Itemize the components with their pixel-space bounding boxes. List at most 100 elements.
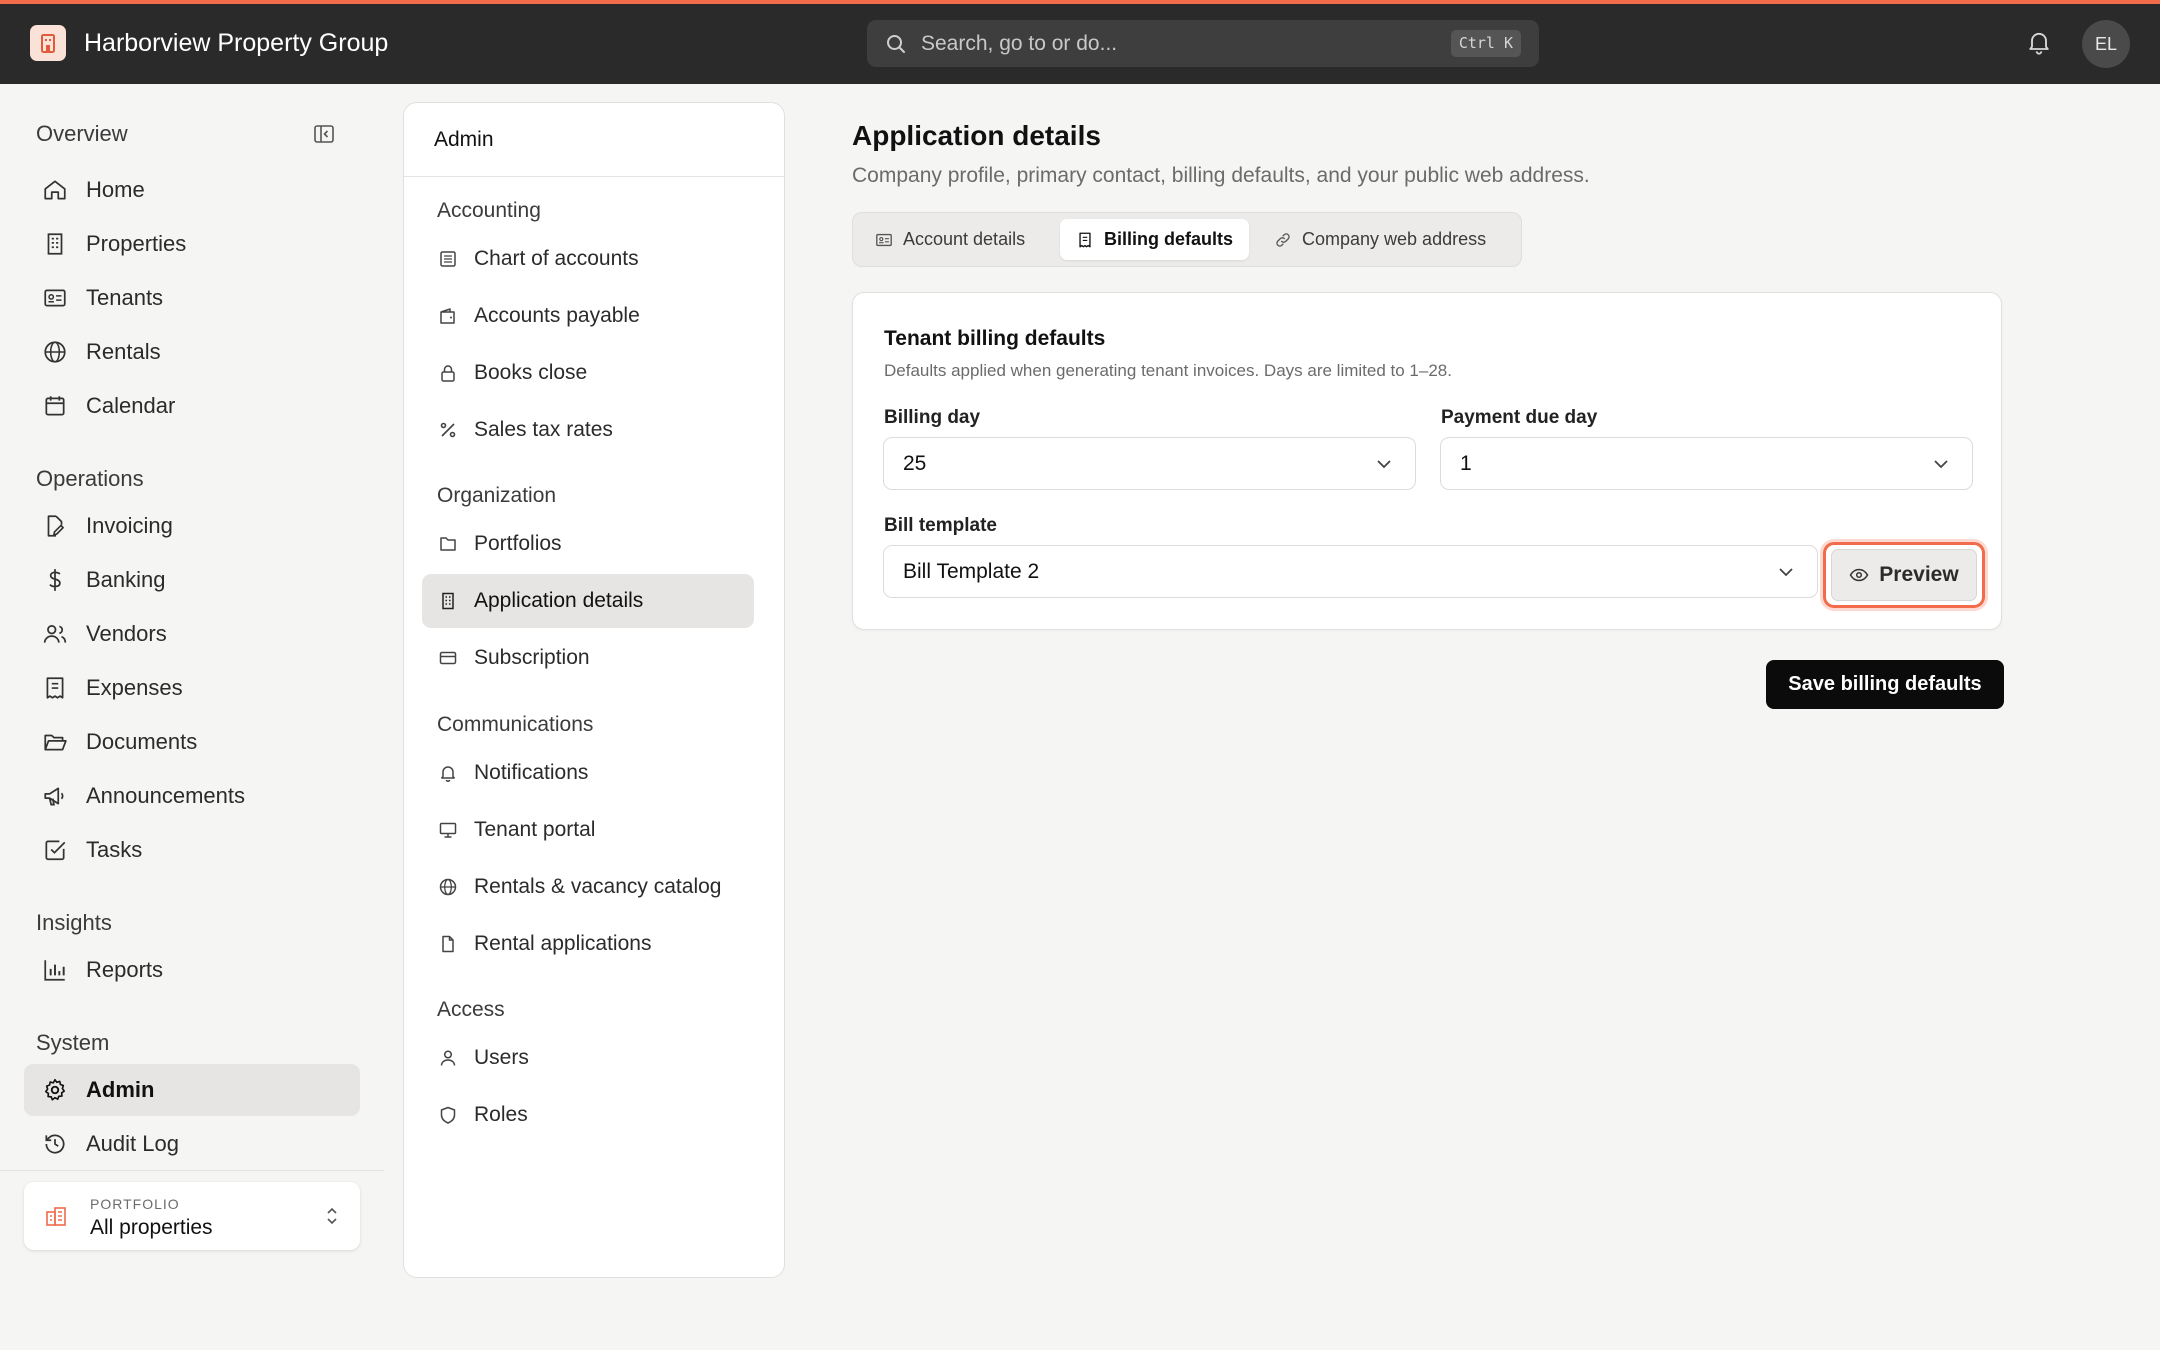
file-icon (442, 935, 454, 953)
history-icon (45, 1134, 65, 1154)
admin-item-subscription[interactable]: Subscription (422, 631, 754, 685)
sidebar-collapse-icon (314, 125, 334, 143)
tab-label: Company web address (1302, 229, 1487, 249)
receipt-icon (1079, 232, 1091, 247)
admin-item-accounts-payable[interactable]: Accounts payable (422, 289, 754, 343)
admin-item-label: Roles (474, 1103, 528, 1126)
bell-icon (2029, 32, 2049, 55)
admin-item-label: Accounts payable (474, 304, 640, 327)
preview-focus-ring: Preview (1823, 542, 1985, 608)
sidebar-item-reports[interactable]: Reports (24, 944, 360, 996)
check-square-icon (45, 840, 66, 861)
admin-item-notifications[interactable]: Notifications (422, 746, 754, 800)
sidebar-item-tasks[interactable]: Tasks (24, 824, 360, 876)
sidebar-item-documents[interactable]: Documents (24, 716, 360, 768)
admin-section-accounting: Accounting (437, 199, 541, 222)
sidebar-item-label: Admin (86, 1077, 155, 1102)
sidebar-item-banking[interactable]: Banking (24, 554, 360, 606)
chevron-down-icon (1377, 460, 1391, 469)
admin-item-chart-of-accounts[interactable]: Chart of accounts (422, 232, 754, 286)
sidebar-item-admin[interactable]: Admin (24, 1064, 360, 1116)
payment-due-day-select[interactable]: 1 (1440, 437, 1973, 490)
admin-item-label: Portfolios (474, 532, 562, 555)
card-subtitle: Defaults applied when generating tenant … (884, 361, 1452, 380)
sidebar-item-label: Documents (86, 729, 198, 754)
admin-item-label: Rental applications (474, 932, 652, 955)
sidebar-section-system: System (36, 1030, 110, 1055)
bill-template-select[interactable]: Bill Template 2 (883, 545, 1818, 598)
admin-item-label: Notifications (474, 761, 589, 784)
admin-panel-title: Admin (404, 103, 784, 177)
billing-day-select[interactable]: 25 (883, 437, 1416, 490)
id-card-icon (876, 233, 892, 246)
tab-company-web-address[interactable]: Company web address (1258, 219, 1502, 260)
globe-icon (44, 341, 66, 363)
bar-chart-icon (44, 960, 65, 981)
file-edit-icon (47, 515, 64, 537)
app-logo[interactable] (30, 25, 66, 61)
shield-icon (440, 1106, 456, 1124)
buildings-icon (46, 1207, 66, 1226)
sidebar-item-audit-log[interactable]: Audit Log (24, 1118, 360, 1170)
users-icon (43, 625, 67, 643)
preview-label: Preview (1879, 563, 1959, 586)
credit-card-icon (439, 651, 457, 665)
admin-item-roles[interactable]: Roles (422, 1088, 754, 1142)
wallet-icon (440, 308, 455, 324)
sidebar-item-home[interactable]: Home (24, 164, 360, 216)
sidebar-item-label: Properties (86, 231, 187, 256)
globe-icon (439, 878, 457, 896)
sidebar-item-expenses[interactable]: Expenses (24, 662, 360, 714)
calendar-icon (45, 396, 65, 416)
tab-label: Billing defaults (1104, 229, 1234, 249)
admin-item-rental-applications[interactable]: Rental applications (422, 917, 754, 971)
card-title: Tenant billing defaults (884, 327, 1106, 350)
tab-bar: Account details Billing defaults Company… (852, 212, 1522, 267)
user-avatar[interactable]: EL (2082, 20, 2130, 68)
preview-button[interactable]: Preview (1831, 549, 1977, 601)
sidebar-item-invoicing[interactable]: Invoicing (24, 500, 360, 552)
billing-day-value: 25 (903, 451, 927, 475)
admin-item-application-details[interactable]: Application details (422, 574, 754, 628)
admin-item-sales-tax-rates[interactable]: Sales tax rates (422, 403, 754, 457)
sidebar-section-insights: Insights (36, 910, 112, 935)
portfolio-switcher[interactable]: PORTFOLIO All properties (24, 1182, 360, 1250)
collapse-sidebar-button[interactable] (312, 122, 336, 146)
sidebar-item-announcements[interactable]: Announcements (24, 770, 360, 822)
app-title: Harborview Property Group (84, 29, 389, 57)
save-billing-defaults-button[interactable]: Save billing defaults (1766, 660, 2004, 709)
chevron-up-down-icon (327, 1207, 337, 1225)
admin-item-portfolios[interactable]: Portfolios (422, 517, 754, 571)
admin-item-tenant-portal[interactable]: Tenant portal (422, 803, 754, 857)
search-bar[interactable]: Search, go to or do... Ctrl K (867, 20, 1539, 67)
tab-label: Account details (903, 229, 1026, 249)
receipt-icon (46, 677, 64, 699)
sidebar-item-rentals[interactable]: Rentals (24, 326, 360, 378)
sidebar-item-properties[interactable]: Properties (24, 218, 360, 270)
admin-item-label: Chart of accounts (474, 247, 639, 270)
admin-item-books-close[interactable]: Books close (422, 346, 754, 400)
accent-strip (0, 0, 2160, 4)
tab-account-details[interactable]: Account details (859, 219, 1041, 260)
billing-defaults-card: Tenant billing defaults Defaults applied… (852, 292, 2002, 630)
admin-item-rentals-vacancy-catalog[interactable]: Rentals & vacancy catalog (422, 860, 754, 914)
sidebar-item-vendors[interactable]: Vendors (24, 608, 360, 660)
bill-template-label: Bill template (884, 515, 997, 536)
page-title: Application details (852, 120, 1101, 151)
monitor-icon (439, 822, 457, 838)
sidebar-item-label: Reports (86, 957, 164, 982)
sidebar-section-operations: Operations (36, 466, 144, 491)
admin-item-users[interactable]: Users (422, 1031, 754, 1085)
sidebar-item-label: Calendar (86, 393, 176, 418)
percent-icon (440, 422, 456, 438)
notifications-button[interactable] (2025, 28, 2053, 56)
eye-icon (1849, 568, 1869, 582)
sidebar-item-tenants[interactable]: Tenants (24, 272, 360, 324)
user-icon (440, 1050, 456, 1066)
dollar-icon (49, 569, 61, 591)
sidebar-item-calendar[interactable]: Calendar (24, 380, 360, 432)
payment-due-day-label: Payment due day (1441, 407, 1598, 428)
chevron-down-icon (1779, 568, 1793, 577)
sidebar-divider (0, 1170, 384, 1171)
tab-billing-defaults[interactable]: Billing defaults (1060, 219, 1250, 260)
